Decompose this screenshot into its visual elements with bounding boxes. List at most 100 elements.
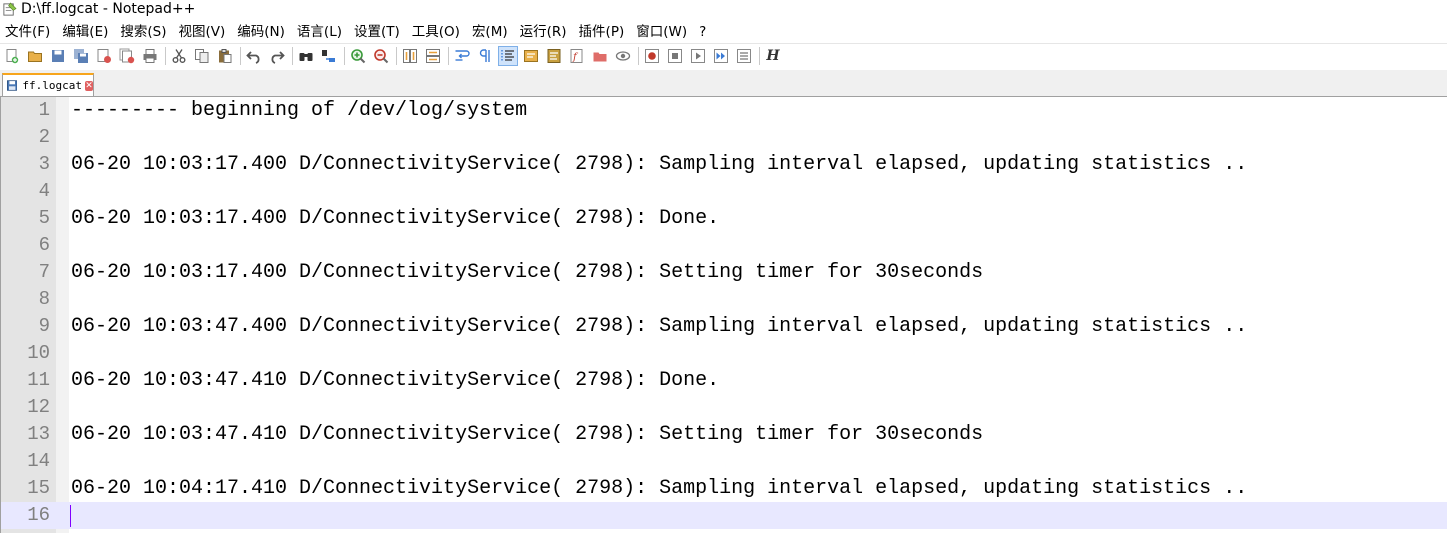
menu-item-10[interactable]: 插件(P) <box>573 21 631 43</box>
indent-guide-button[interactable] <box>498 46 518 66</box>
hex-h-button[interactable]: H <box>764 47 782 65</box>
zoom-in-icon <box>351 49 366 64</box>
tab-close-icon[interactable]: ✕ <box>85 80 93 91</box>
menu-item-8[interactable]: 宏(M) <box>466 21 514 43</box>
line-text[interactable]: 06-20 10:03:47.410 D/ConnectivityService… <box>71 421 983 448</box>
print-button[interactable] <box>141 47 159 65</box>
editor-line[interactable]: 1 --------- beginning of /dev/log/system <box>1 97 1447 124</box>
tab-ff-logcat[interactable]: ff.logcat ✕ <box>2 73 94 96</box>
toolbar-separator <box>344 47 345 65</box>
close-all-button[interactable] <box>118 47 136 65</box>
stop-record-button[interactable] <box>666 47 684 65</box>
editor-line[interactable]: 11 06-20 10:03:47.410 D/ConnectivityServi… <box>1 367 1447 394</box>
menu-item-1[interactable]: 编辑(E) <box>56 21 114 43</box>
line-text[interactable]: 06-20 10:04:17.410 D/ConnectivityService… <box>71 475 1247 502</box>
editor-line[interactable]: 2 <box>1 124 1447 151</box>
editor-line[interactable]: 16 <box>1 502 1447 529</box>
zoom-in-button[interactable] <box>349 47 367 65</box>
close-icon <box>97 49 111 63</box>
editor-line[interactable]: 14 <box>1 448 1447 475</box>
sync-horizontal-icon <box>426 49 440 63</box>
udl-button[interactable] <box>522 47 540 65</box>
paste-button[interactable] <box>216 47 234 65</box>
show-all-chars-icon <box>479 49 490 62</box>
save-all-icon <box>74 49 88 63</box>
editor-line[interactable]: 10 <box>1 340 1447 367</box>
sync-vertical-button[interactable] <box>401 47 419 65</box>
line-text[interactable]: 06-20 10:03:47.410 D/ConnectivityService… <box>71 367 719 394</box>
editor-area[interactable]: 1 --------- beginning of /dev/log/system 2… <box>0 97 1447 533</box>
run-macro-multiple-button[interactable] <box>712 47 730 65</box>
function-list-icon: f <box>570 49 583 63</box>
line-number: 9 <box>38 315 50 337</box>
line-text[interactable]: 06-20 10:03:47.400 D/ConnectivityService… <box>71 313 1247 340</box>
menu-item-4[interactable]: 编码(N) <box>231 21 291 43</box>
doc-map-button[interactable] <box>545 47 563 65</box>
undo-button[interactable] <box>245 47 263 65</box>
save-macro-button[interactable] <box>735 47 753 65</box>
line-text[interactable]: 06-20 10:03:17.400 D/ConnectivityService… <box>71 151 1247 178</box>
line-text[interactable]: 06-20 10:03:17.400 D/ConnectivityService… <box>71 205 719 232</box>
replace-icon <box>322 50 335 62</box>
paste-icon <box>219 49 232 63</box>
play-macro-button[interactable] <box>689 47 707 65</box>
menu-item-9[interactable]: 运行(R) <box>514 21 573 43</box>
close-all-icon <box>119 48 135 64</box>
show-all-chars-button[interactable] <box>476 47 494 65</box>
toolbar-separator <box>292 47 293 65</box>
sync-horizontal-button[interactable] <box>424 47 442 65</box>
hex-h-icon: H <box>766 48 780 64</box>
play-macro-icon <box>691 49 705 63</box>
word-wrap-button[interactable] <box>453 47 471 65</box>
close-button[interactable] <box>95 47 113 65</box>
find-icon <box>299 53 313 61</box>
udl-icon <box>524 50 538 62</box>
editor-line[interactable]: 7 06-20 10:03:17.400 D/ConnectivityServic… <box>1 259 1447 286</box>
open-file-button[interactable] <box>26 47 44 65</box>
menu-item-6[interactable]: 设置(T) <box>348 21 406 43</box>
folder-workspace-button[interactable] <box>591 47 609 65</box>
redo-button[interactable] <box>268 47 286 65</box>
stop-record-icon <box>668 49 682 63</box>
menu-item-5[interactable]: 语言(L) <box>291 21 348 43</box>
line-text[interactable]: --------- beginning of /dev/log/system <box>71 97 527 124</box>
toolbar-separator <box>240 47 241 65</box>
new-file-button[interactable] <box>3 47 21 65</box>
menu-item-7[interactable]: 工具(O) <box>406 21 466 43</box>
save-button[interactable] <box>49 47 67 65</box>
tab-saved-disk-icon <box>7 80 18 91</box>
toolbar-separator <box>396 47 397 65</box>
copy-button[interactable] <box>193 47 211 65</box>
menu-item-2[interactable]: 搜索(S) <box>114 21 172 43</box>
record-macro-button[interactable] <box>643 47 661 65</box>
line-number: 2 <box>38 126 50 148</box>
editor-line[interactable]: 8 <box>1 286 1447 313</box>
menu-item-12[interactable]: ? <box>693 21 712 43</box>
editor-line[interactable]: 5 06-20 10:03:17.400 D/ConnectivityServic… <box>1 205 1447 232</box>
monitoring-icon <box>615 51 631 61</box>
find-button[interactable] <box>297 47 315 65</box>
save-all-button[interactable] <box>72 47 90 65</box>
line-number: 5 <box>38 207 50 229</box>
editor-line[interactable]: 15 06-20 10:04:17.410 D/ConnectivityServi… <box>1 475 1447 502</box>
menu-item-3[interactable]: 视图(V) <box>173 21 232 43</box>
zoom-out-button[interactable] <box>372 47 390 65</box>
monitoring-button[interactable] <box>614 47 632 65</box>
line-text[interactable]: 06-20 10:03:17.400 D/ConnectivityService… <box>71 259 983 286</box>
function-list-button[interactable]: f <box>568 47 586 65</box>
cut-button[interactable] <box>170 47 188 65</box>
editor-line[interactable]: 9 06-20 10:03:47.400 D/ConnectivityServic… <box>1 313 1447 340</box>
menu-item-11[interactable]: 窗口(W) <box>630 21 693 43</box>
line-number: 13 <box>27 423 50 445</box>
editor-line[interactable]: 6 <box>1 232 1447 259</box>
line-number: 7 <box>38 261 50 283</box>
editor-line[interactable]: 13 06-20 10:03:47.410 D/ConnectivityServi… <box>1 421 1447 448</box>
indent-guide-icon <box>501 50 514 62</box>
menu-item-0[interactable]: 文件(F) <box>0 21 56 43</box>
editor-line[interactable]: 4 <box>1 178 1447 205</box>
notepad-plus-plus-app-icon <box>3 2 17 16</box>
editor-line[interactable]: 12 <box>1 394 1447 421</box>
replace-button[interactable] <box>320 47 338 65</box>
editor-line[interactable]: 3 06-20 10:03:17.400 D/ConnectivityServic… <box>1 151 1447 178</box>
line-number: 6 <box>38 234 50 256</box>
